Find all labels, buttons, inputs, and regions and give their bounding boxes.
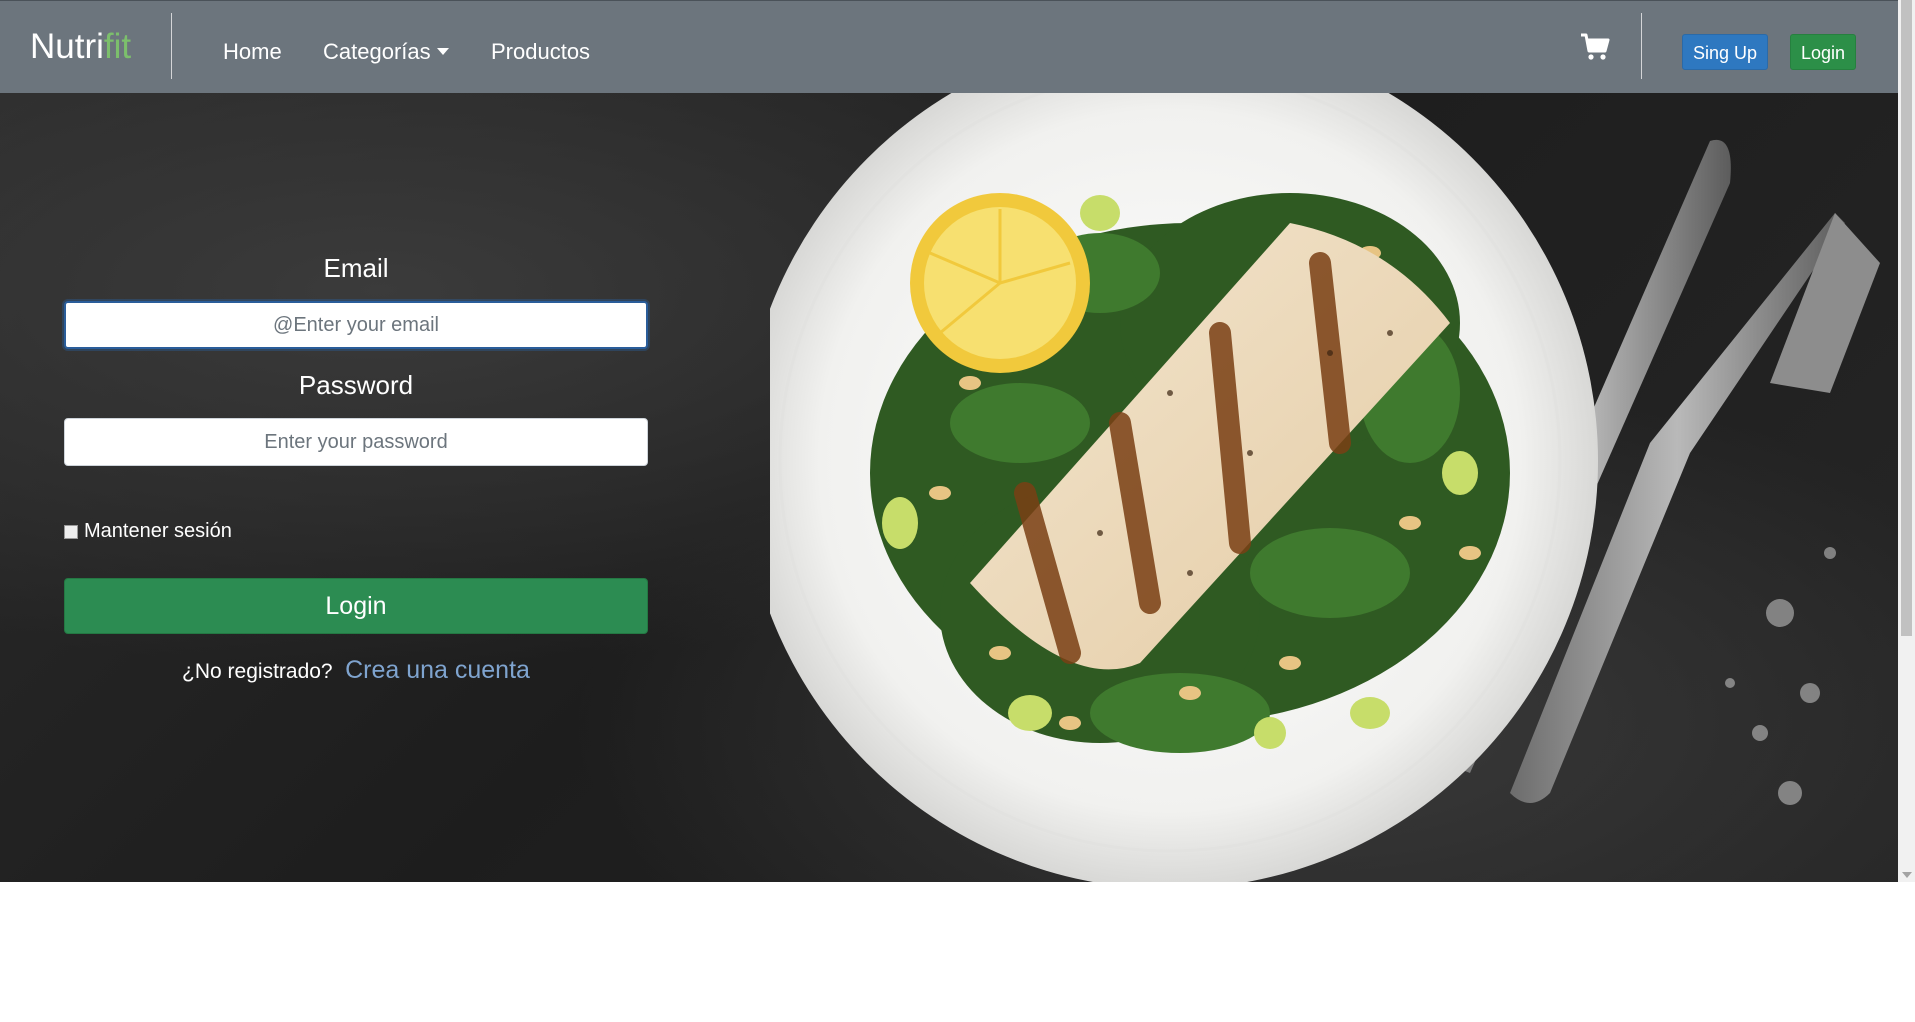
nav-divider-left (171, 13, 172, 79)
email-label: Email (323, 253, 389, 283)
scroll-down-arrow-icon[interactable] (1902, 872, 1912, 878)
not-registered-text: ¿No registrado? (182, 660, 333, 683)
remember-row: Mantener sesión (64, 520, 232, 543)
nav-home[interactable]: Home (223, 39, 282, 65)
nav-divider-right (1641, 13, 1642, 79)
nav-categories-label: Categorías (323, 39, 431, 64)
scrollbar-thumb[interactable] (1901, 0, 1912, 636)
caret-down-icon (436, 48, 449, 55)
password-label: Password (298, 370, 414, 400)
navbar: Nutrifit Home Categorías Productos Sing … (0, 0, 1898, 93)
login-submit-button[interactable]: Login (64, 578, 648, 634)
brand-logo[interactable]: Nutrifit (30, 27, 131, 67)
hero-section: Email Password Mantener sesión Login ¿No… (0, 93, 1898, 882)
email-input[interactable] (64, 301, 648, 349)
signup-button[interactable]: Sing Up (1682, 34, 1768, 70)
nav-categories-dropdown[interactable]: Categorías (323, 39, 449, 65)
brand-name-part1: Nutri (30, 27, 104, 66)
nav-products[interactable]: Productos (491, 39, 590, 65)
food-plate-image (770, 93, 1880, 882)
login-button-nav[interactable]: Login (1790, 34, 1856, 70)
create-account-link[interactable]: Crea una cuenta (345, 656, 530, 684)
brand-name-part2: fit (103, 27, 132, 66)
password-input[interactable] (64, 418, 648, 466)
remember-label[interactable]: Mantener sesión (84, 520, 232, 543)
remember-checkbox[interactable] (64, 524, 78, 539)
register-prompt: ¿No registrado? Crea una cuenta (64, 656, 648, 685)
cart-icon[interactable] (1580, 32, 1610, 62)
